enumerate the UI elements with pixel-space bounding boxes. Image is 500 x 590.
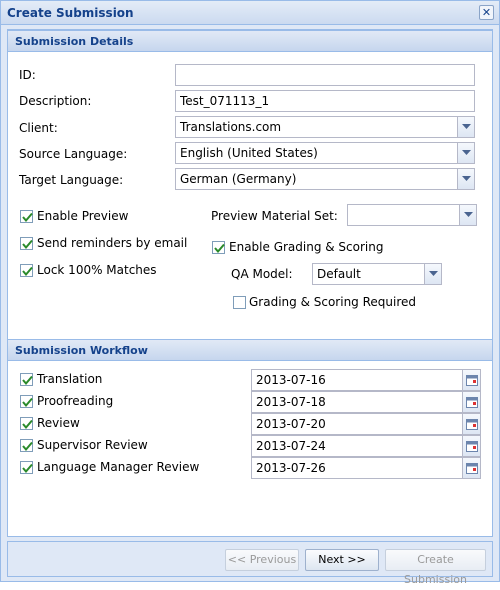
client-select[interactable]: Translations.com <box>175 116 475 138</box>
supervisor-review-date-value: 2013-07-24 <box>256 439 326 453</box>
enable-preview-checkbox[interactable] <box>20 210 33 223</box>
calendar-icon[interactable] <box>462 370 480 390</box>
client-label: Client: <box>19 121 58 135</box>
step-label-proofreading: Proofreading <box>37 394 114 408</box>
lock-matches-label: Lock 100% Matches <box>37 263 157 277</box>
calendar-icon[interactable] <box>462 436 480 456</box>
previous-button[interactable]: << Previous <box>225 549 299 571</box>
chevron-down-icon[interactable] <box>424 264 441 284</box>
create-submission-button[interactable]: Create Submission <box>385 549 486 586</box>
target-language-label: Target Language: <box>19 173 124 187</box>
step-label-translation: Translation <box>37 372 103 386</box>
dialog-body: Submission Details ID: Description: Clie… <box>7 29 493 537</box>
calendar-icon[interactable] <box>462 458 480 478</box>
submission-workflow-title: Submission Workflow <box>15 344 148 357</box>
qa-model-select[interactable]: Default <box>312 263 442 285</box>
proofreading-date-field[interactable]: 2013-07-18 <box>251 391 481 413</box>
submission-details-header: Submission Details <box>8 30 492 52</box>
supervisor-review-date-field[interactable]: 2013-07-24 <box>251 435 481 457</box>
preview-material-label: Preview Material Set: <box>211 209 338 223</box>
enable-grading-checkbox[interactable] <box>212 241 225 254</box>
chevron-down-icon[interactable] <box>457 169 474 189</box>
target-language-value: German (Germany) <box>180 172 297 186</box>
review-checkbox[interactable] <box>20 417 33 430</box>
supervisor-review-checkbox[interactable] <box>20 439 33 452</box>
proofreading-date-value: 2013-07-18 <box>256 395 326 409</box>
submission-details-title: Submission Details <box>15 35 134 48</box>
dialog-footer: << Previous Next >> Create Submission <box>7 541 493 586</box>
enable-preview-label: Enable Preview <box>37 209 129 223</box>
chevron-down-icon[interactable] <box>457 143 474 163</box>
calendar-icon[interactable] <box>462 392 480 412</box>
translation-date-field[interactable]: 2013-07-16 <box>251 369 481 391</box>
grading-required-checkbox[interactable] <box>233 296 246 309</box>
qa-model-label: QA Model: <box>231 267 293 281</box>
lock-matches-checkbox[interactable] <box>20 264 33 277</box>
description-field[interactable] <box>175 90 475 112</box>
calendar-icon[interactable] <box>462 414 480 434</box>
translation-checkbox[interactable] <box>20 373 33 386</box>
close-icon[interactable]: ✕ <box>479 5 494 20</box>
submission-workflow-header: Submission Workflow <box>8 339 492 361</box>
client-value: Translations.com <box>180 120 282 134</box>
id-label: ID: <box>19 68 36 82</box>
source-language-value: English (United States) <box>180 146 318 160</box>
id-field[interactable] <box>175 64 475 86</box>
source-language-select[interactable]: English (United States) <box>175 142 475 164</box>
qa-model-value: Default <box>317 267 361 281</box>
language-manager-review-date-field[interactable]: 2013-07-26 <box>251 457 481 479</box>
target-language-select[interactable]: German (Germany) <box>175 168 475 190</box>
next-button[interactable]: Next >> <box>305 549 379 571</box>
grading-required-label: Grading & Scoring Required <box>249 295 417 309</box>
description-label: Description: <box>19 94 92 108</box>
enable-grading-label: Enable Grading & Scoring <box>229 240 384 254</box>
preview-material-select[interactable] <box>347 204 477 226</box>
send-reminders-label: Send reminders by email <box>37 236 188 250</box>
review-date-field[interactable]: 2013-07-20 <box>251 413 481 435</box>
language-manager-review-date-value: 2013-07-26 <box>256 461 326 475</box>
language-manager-review-checkbox[interactable] <box>20 461 33 474</box>
proofreading-checkbox[interactable] <box>20 395 33 408</box>
review-date-value: 2013-07-20 <box>256 417 326 431</box>
send-reminders-checkbox[interactable] <box>20 237 33 250</box>
window-title: Create Submission <box>7 6 134 20</box>
translation-date-value: 2013-07-16 <box>256 373 326 387</box>
window-titlebar[interactable]: Create Submission ✕ <box>1 1 499 25</box>
step-label-review: Review <box>37 416 80 430</box>
step-label-supervisor-review: Supervisor Review <box>37 438 148 452</box>
source-language-label: Source Language: <box>19 147 128 161</box>
create-submission-window: Create Submission ✕ Submission Details I… <box>0 0 500 586</box>
chevron-down-icon[interactable] <box>459 205 476 225</box>
step-label-language-manager-review: Language Manager Review <box>37 460 200 474</box>
chevron-down-icon[interactable] <box>457 117 474 137</box>
